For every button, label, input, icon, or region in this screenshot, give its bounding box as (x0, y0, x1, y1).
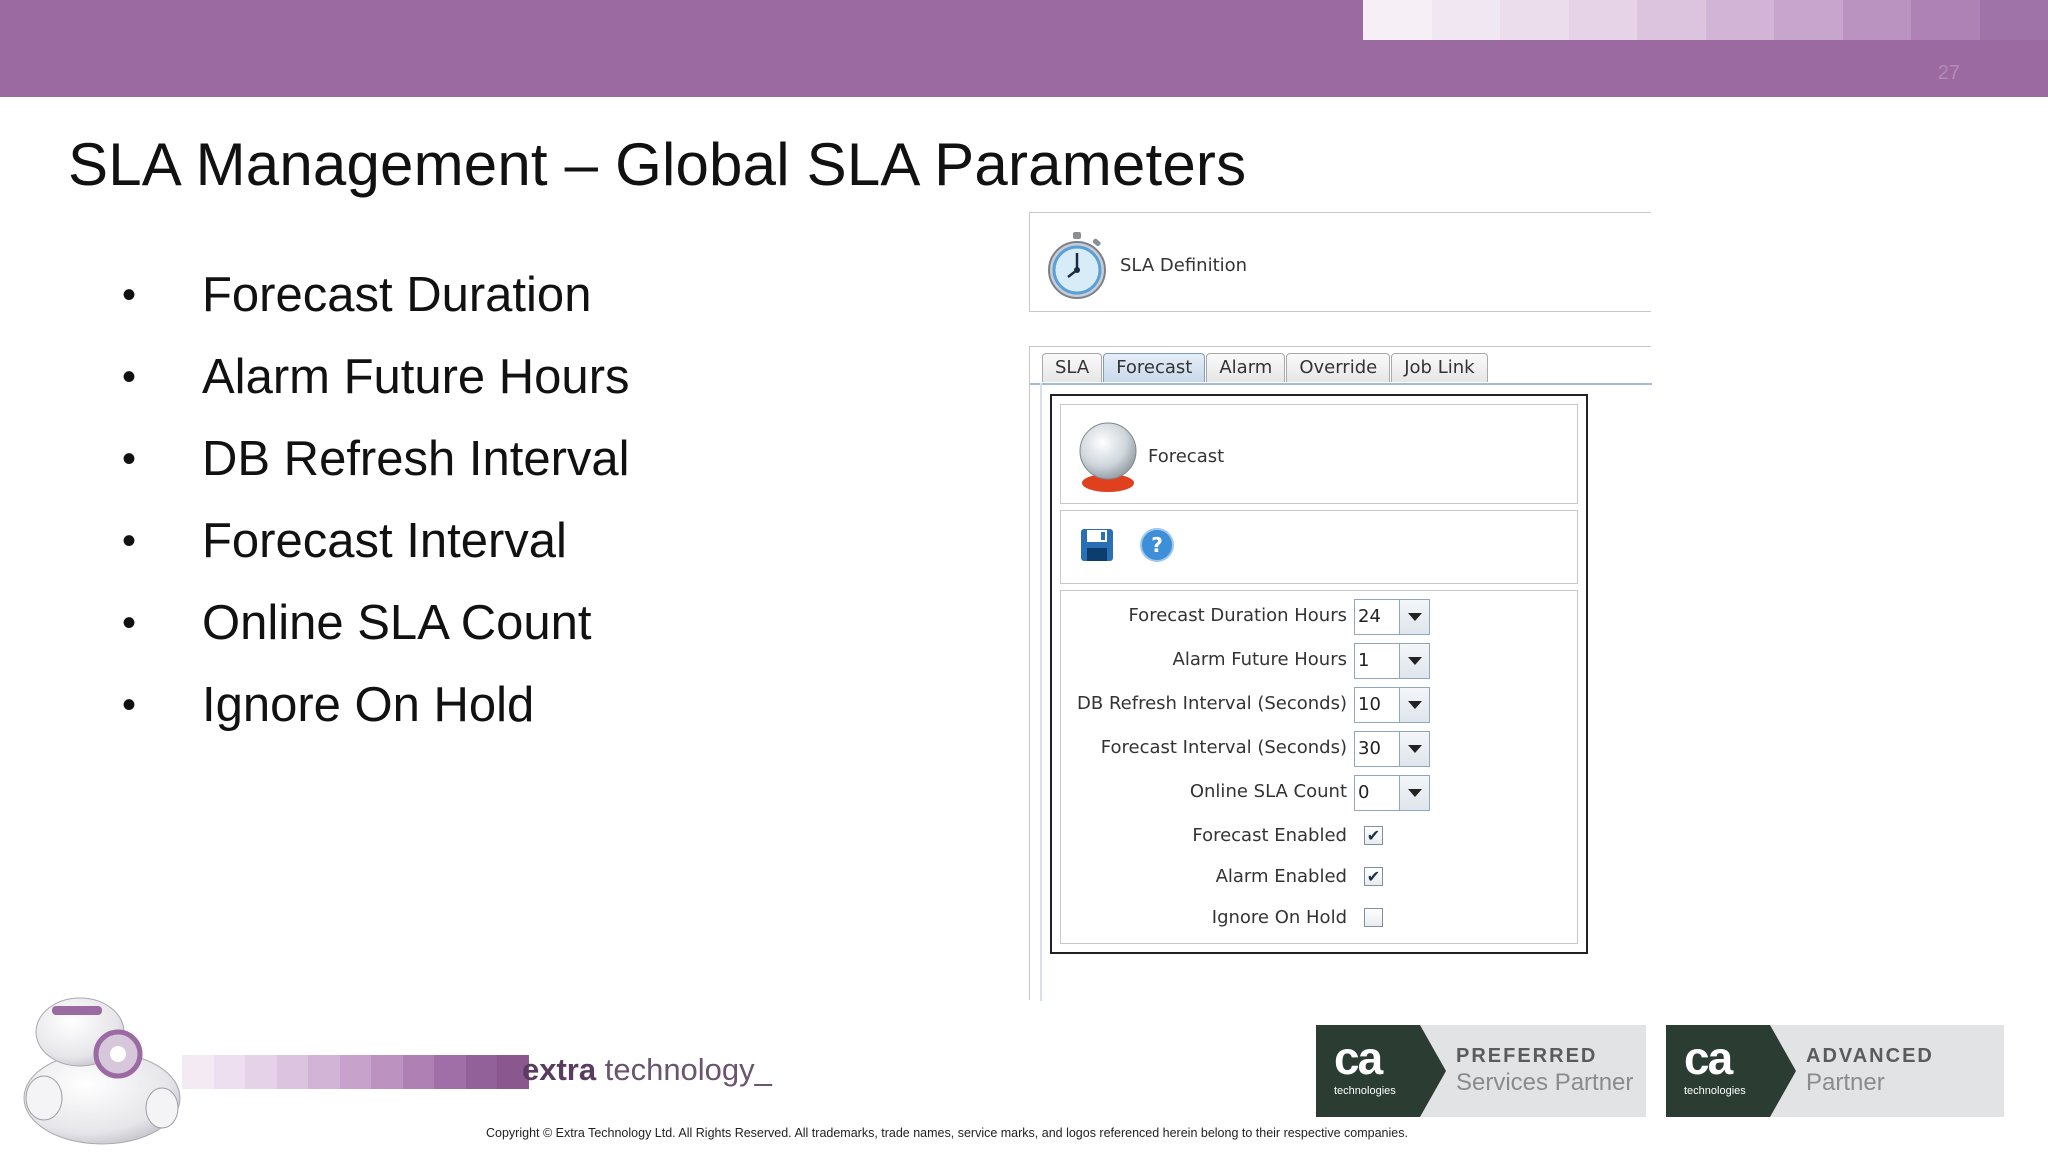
ca-logo-text: ca (1684, 1032, 1733, 1084)
combo-value: 0 (1358, 782, 1370, 803)
field-label: Ignore On Hold (1211, 907, 1347, 928)
top-banner-tiles (1363, 0, 2048, 40)
bullet-dot: • (122, 436, 137, 481)
bullet-item: • Online SLA Count (122, 582, 630, 664)
field-label: Forecast Enabled (1192, 825, 1347, 846)
bullet-item: • Alarm Future Hours (122, 336, 630, 418)
tab-strip: SLA Forecast Alarm Override Job Link (1042, 353, 1489, 383)
field-label: Alarm Future Hours (1172, 649, 1347, 670)
badge-line1: ADVANCED (1806, 1045, 1934, 1067)
badge-line2: Partner (1806, 1069, 1885, 1096)
forecast-duration-hours-select[interactable]: 24 (1354, 599, 1430, 635)
db-refresh-interval-select[interactable]: 10 (1354, 687, 1430, 723)
bullet-list: • Forecast Duration • Alarm Future Hours •… (122, 254, 630, 746)
bullet-item: • DB Refresh Interval (122, 418, 630, 500)
field-forecast-enabled: Forecast Enabled ✔ (1061, 817, 1579, 855)
badge-line2: Services Partner (1456, 1069, 1634, 1096)
bullet-text: Forecast Interval (202, 514, 567, 568)
bullet-dot: • (122, 354, 137, 399)
online-sla-count-select[interactable]: 0 (1354, 775, 1430, 811)
tab-underline (1030, 383, 1652, 385)
badge-text: PREFERRED Services Partner (1446, 1025, 1633, 1117)
svg-text:?: ? (1151, 533, 1163, 557)
forecast-form: Forecast ? Forecast Duration Hours 24 Al… (1050, 394, 1588, 954)
field-forecast-interval: Forecast Interval (Seconds) 30 (1061, 729, 1579, 767)
slide-number: 27 (1937, 62, 1960, 84)
combo-value: 24 (1358, 606, 1381, 627)
field-alarm-future-hours: Alarm Future Hours 1 (1061, 641, 1579, 679)
chevron-down-icon[interactable] (1399, 776, 1429, 810)
badge-text: ADVANCED Partner (1796, 1025, 1934, 1117)
chevron-down-icon[interactable] (1399, 600, 1429, 634)
sla-definition-panel: SLA Definition (1029, 212, 1651, 312)
tab-override[interactable]: Override (1286, 353, 1391, 382)
forecast-enabled-checkbox[interactable]: ✔ (1364, 826, 1383, 845)
stopwatch-icon (1048, 232, 1106, 299)
chevron-down-icon[interactable] (1399, 644, 1429, 678)
ca-logo: ca technologies (1666, 1025, 1796, 1117)
field-alarm-enabled: Alarm Enabled ✔ (1061, 858, 1579, 896)
sla-definition-title: SLA Definition (1120, 255, 1248, 276)
field-online-sla-count: Online SLA Count 0 (1061, 773, 1579, 811)
field-label: Alarm Enabled (1215, 866, 1347, 887)
chevron-down-icon[interactable] (1399, 688, 1429, 722)
field-forecast-duration-hours: Forecast Duration Hours 24 (1061, 597, 1579, 635)
combo-value: 1 (1358, 650, 1370, 671)
combo-value: 30 (1358, 738, 1381, 759)
badge-line1: PREFERRED (1456, 1045, 1598, 1067)
tab-job-link[interactable]: Job Link (1391, 353, 1488, 382)
field-ignore-on-hold: Ignore On Hold (1061, 899, 1579, 937)
ca-logo-sub: technologies (1334, 1085, 1396, 1097)
bullet-dot: • (122, 600, 137, 645)
bullet-text: Online SLA Count (202, 596, 592, 650)
copyright-text: Copyright © Extra Technology Ltd. All Ri… (486, 1126, 1408, 1140)
field-label: DB Refresh Interval (Seconds) (1077, 693, 1347, 714)
robot-mascot (23, 997, 181, 1145)
crystal-ball-icon (1079, 422, 1137, 492)
forecast-interval-select[interactable]: 30 (1354, 731, 1430, 767)
field-label: Online SLA Count (1189, 781, 1347, 802)
forecast-fields: Forecast Duration Hours 24 Alarm Future … (1060, 590, 1578, 944)
tab-forecast[interactable]: Forecast (1103, 353, 1206, 382)
forecast-toolbar: ? (1060, 510, 1578, 584)
forecast-title: Forecast (1148, 446, 1225, 467)
ca-logo-text: ca (1334, 1032, 1383, 1084)
footer-tiles (182, 1055, 529, 1089)
bullet-item: • Forecast Duration (122, 254, 630, 336)
field-label: Forecast Duration Hours (1128, 605, 1347, 626)
advanced-partner-badge: ca technologies ADVANCED Partner (1666, 1025, 2004, 1117)
forecast-header: Forecast (1060, 404, 1578, 504)
field-db-refresh-interval: DB Refresh Interval (Seconds) 10 (1061, 685, 1579, 723)
top-banner: 27 (0, 0, 2048, 97)
field-label: Forecast Interval (Seconds) (1100, 737, 1347, 758)
bullet-text: Alarm Future Hours (202, 350, 630, 404)
bullet-dot: • (122, 518, 137, 563)
ca-logo-sub: technologies (1684, 1085, 1746, 1097)
ignore-on-hold-checkbox[interactable] (1364, 908, 1383, 927)
chevron-down-icon[interactable] (1399, 732, 1429, 766)
tab-alarm[interactable]: Alarm (1206, 353, 1286, 382)
bullet-text: Ignore On Hold (202, 678, 535, 732)
tab-left-border (1040, 383, 1042, 1001)
ca-logo: ca technologies (1316, 1025, 1446, 1117)
combo-value: 10 (1358, 694, 1381, 715)
bullet-dot: • (122, 272, 137, 317)
save-icon[interactable] (1079, 527, 1115, 563)
bullet-item: • Forecast Interval (122, 500, 630, 582)
alarm-future-hours-select[interactable]: 1 (1354, 643, 1430, 679)
bullet-dot: • (122, 682, 137, 727)
tab-sla[interactable]: SLA (1042, 353, 1103, 382)
slide-title: SLA Management – Global SLA Parameters (68, 131, 1247, 198)
brand-bold: extra (522, 1052, 597, 1087)
bullet-text: DB Refresh Interval (202, 432, 630, 486)
help-icon[interactable]: ? (1139, 527, 1175, 563)
bullet-text: Forecast Duration (202, 268, 592, 322)
brand-wordmark: extra technology_ (522, 1052, 772, 1088)
bullet-item: • Ignore On Hold (122, 664, 630, 746)
preferred-partner-badge: ca technologies PREFERRED Services Partn… (1316, 1025, 1646, 1117)
brand-rest: technology_ (596, 1052, 772, 1087)
alarm-enabled-checkbox[interactable]: ✔ (1364, 867, 1383, 886)
